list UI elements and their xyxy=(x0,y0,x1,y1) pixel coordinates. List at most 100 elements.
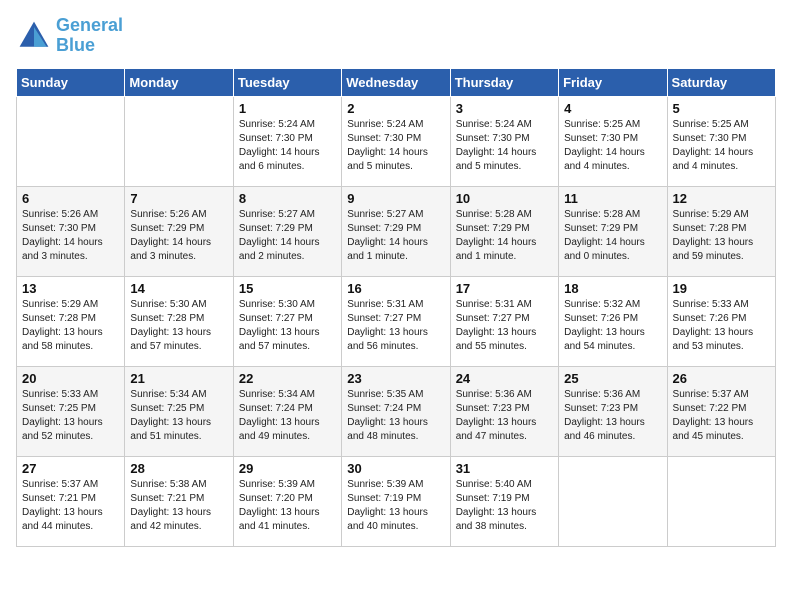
calendar-cell: 3 Sunrise: 5:24 AM Sunset: 7:30 PM Daylig… xyxy=(450,96,558,186)
day-number: 6 xyxy=(22,191,119,206)
day-number: 14 xyxy=(130,281,227,296)
day-info: Sunrise: 5:27 AM Sunset: 7:29 PM Dayligh… xyxy=(347,208,444,264)
day-info: Sunrise: 5:39 AM Sunset: 7:19 PM Dayligh… xyxy=(347,478,444,534)
day-number: 16 xyxy=(347,281,444,296)
calendar-table: SundayMondayTuesdayWednesdayThursdayFrid… xyxy=(16,68,776,547)
day-info: Sunrise: 5:27 AM Sunset: 7:29 PM Dayligh… xyxy=(239,208,336,264)
day-info: Sunrise: 5:26 AM Sunset: 7:29 PM Dayligh… xyxy=(130,208,227,264)
page-header: General Blue xyxy=(16,16,776,56)
calendar-cell: 24 Sunrise: 5:36 AM Sunset: 7:23 PM Dayli… xyxy=(450,366,558,456)
calendar-cell xyxy=(125,96,233,186)
day-number: 28 xyxy=(130,461,227,476)
calendar-cell: 25 Sunrise: 5:36 AM Sunset: 7:23 PM Dayli… xyxy=(559,366,667,456)
calendar-week-row: 27 Sunrise: 5:37 AM Sunset: 7:21 PM Dayli… xyxy=(17,456,776,546)
day-number: 15 xyxy=(239,281,336,296)
day-number: 20 xyxy=(22,371,119,386)
calendar-week-row: 1 Sunrise: 5:24 AM Sunset: 7:30 PM Daylig… xyxy=(17,96,776,186)
weekday-header-wednesday: Wednesday xyxy=(342,68,450,96)
day-number: 23 xyxy=(347,371,444,386)
day-number: 26 xyxy=(673,371,770,386)
calendar-cell xyxy=(17,96,125,186)
day-number: 1 xyxy=(239,101,336,116)
day-info: Sunrise: 5:36 AM Sunset: 7:23 PM Dayligh… xyxy=(456,388,553,444)
calendar-cell: 22 Sunrise: 5:34 AM Sunset: 7:24 PM Dayli… xyxy=(233,366,341,456)
day-info: Sunrise: 5:37 AM Sunset: 7:21 PM Dayligh… xyxy=(22,478,119,534)
weekday-header-tuesday: Tuesday xyxy=(233,68,341,96)
day-number: 2 xyxy=(347,101,444,116)
calendar-cell: 17 Sunrise: 5:31 AM Sunset: 7:27 PM Dayli… xyxy=(450,276,558,366)
day-info: Sunrise: 5:32 AM Sunset: 7:26 PM Dayligh… xyxy=(564,298,661,354)
calendar-cell: 29 Sunrise: 5:39 AM Sunset: 7:20 PM Dayli… xyxy=(233,456,341,546)
calendar-cell: 11Sunrise: 5:28 AM Sunset: 7:29 PM Dayli… xyxy=(559,186,667,276)
day-info: Sunrise: 5:24 AM Sunset: 7:30 PM Dayligh… xyxy=(347,118,444,174)
day-info: Sunrise: 5:24 AM Sunset: 7:30 PM Dayligh… xyxy=(456,118,553,174)
weekday-header-sunday: Sunday xyxy=(17,68,125,96)
calendar-cell: 9 Sunrise: 5:27 AM Sunset: 7:29 PM Daylig… xyxy=(342,186,450,276)
day-info: Sunrise: 5:35 AM Sunset: 7:24 PM Dayligh… xyxy=(347,388,444,444)
day-info: Sunrise: 5:33 AM Sunset: 7:26 PM Dayligh… xyxy=(673,298,770,354)
day-number: 24 xyxy=(456,371,553,386)
calendar-cell: 6 Sunrise: 5:26 AM Sunset: 7:30 PM Daylig… xyxy=(17,186,125,276)
day-info: Sunrise: 5:24 AM Sunset: 7:30 PM Dayligh… xyxy=(239,118,336,174)
day-info: Sunrise: 5:29 AM Sunset: 7:28 PM Dayligh… xyxy=(22,298,119,354)
calendar-cell: 21Sunrise: 5:34 AM Sunset: 7:25 PM Dayli… xyxy=(125,366,233,456)
calendar-cell: 14 Sunrise: 5:30 AM Sunset: 7:28 PM Dayli… xyxy=(125,276,233,366)
calendar-cell: 16 Sunrise: 5:31 AM Sunset: 7:27 PM Dayli… xyxy=(342,276,450,366)
calendar-week-row: 13Sunrise: 5:29 AM Sunset: 7:28 PM Dayli… xyxy=(17,276,776,366)
logo-icon xyxy=(16,18,52,54)
calendar-cell: 2 Sunrise: 5:24 AM Sunset: 7:30 PM Daylig… xyxy=(342,96,450,186)
calendar-cell xyxy=(559,456,667,546)
calendar-cell: 28Sunrise: 5:38 AM Sunset: 7:21 PM Dayli… xyxy=(125,456,233,546)
day-info: Sunrise: 5:25 AM Sunset: 7:30 PM Dayligh… xyxy=(673,118,770,174)
day-info: Sunrise: 5:40 AM Sunset: 7:19 PM Dayligh… xyxy=(456,478,553,534)
calendar-cell: 31Sunrise: 5:40 AM Sunset: 7:19 PM Dayli… xyxy=(450,456,558,546)
calendar-cell: 19 Sunrise: 5:33 AM Sunset: 7:26 PM Dayli… xyxy=(667,276,775,366)
day-info: Sunrise: 5:36 AM Sunset: 7:23 PM Dayligh… xyxy=(564,388,661,444)
calendar-cell: 5 Sunrise: 5:25 AM Sunset: 7:30 PM Daylig… xyxy=(667,96,775,186)
day-number: 27 xyxy=(22,461,119,476)
calendar-cell: 4 Sunrise: 5:25 AM Sunset: 7:30 PM Daylig… xyxy=(559,96,667,186)
weekday-header-thursday: Thursday xyxy=(450,68,558,96)
day-number: 25 xyxy=(564,371,661,386)
calendar-cell xyxy=(667,456,775,546)
day-number: 7 xyxy=(130,191,227,206)
logo: General Blue xyxy=(16,16,123,56)
day-number: 21 xyxy=(130,371,227,386)
day-number: 12 xyxy=(673,191,770,206)
calendar-cell: 10 Sunrise: 5:28 AM Sunset: 7:29 PM Dayli… xyxy=(450,186,558,276)
day-info: Sunrise: 5:31 AM Sunset: 7:27 PM Dayligh… xyxy=(456,298,553,354)
day-info: Sunrise: 5:37 AM Sunset: 7:22 PM Dayligh… xyxy=(673,388,770,444)
calendar-cell: 27 Sunrise: 5:37 AM Sunset: 7:21 PM Dayli… xyxy=(17,456,125,546)
day-info: Sunrise: 5:30 AM Sunset: 7:28 PM Dayligh… xyxy=(130,298,227,354)
calendar-cell: 15Sunrise: 5:30 AM Sunset: 7:27 PM Dayli… xyxy=(233,276,341,366)
weekday-header-friday: Friday xyxy=(559,68,667,96)
day-number: 9 xyxy=(347,191,444,206)
weekday-header-monday: Monday xyxy=(125,68,233,96)
day-number: 4 xyxy=(564,101,661,116)
day-info: Sunrise: 5:25 AM Sunset: 7:30 PM Dayligh… xyxy=(564,118,661,174)
day-info: Sunrise: 5:26 AM Sunset: 7:30 PM Dayligh… xyxy=(22,208,119,264)
day-number: 19 xyxy=(673,281,770,296)
calendar-cell: 20Sunrise: 5:33 AM Sunset: 7:25 PM Dayli… xyxy=(17,366,125,456)
calendar-cell: 8 Sunrise: 5:27 AM Sunset: 7:29 PM Daylig… xyxy=(233,186,341,276)
day-number: 29 xyxy=(239,461,336,476)
day-info: Sunrise: 5:31 AM Sunset: 7:27 PM Dayligh… xyxy=(347,298,444,354)
calendar-cell: 13Sunrise: 5:29 AM Sunset: 7:28 PM Dayli… xyxy=(17,276,125,366)
day-number: 5 xyxy=(673,101,770,116)
calendar-cell: 12Sunrise: 5:29 AM Sunset: 7:28 PM Dayli… xyxy=(667,186,775,276)
day-number: 10 xyxy=(456,191,553,206)
day-info: Sunrise: 5:39 AM Sunset: 7:20 PM Dayligh… xyxy=(239,478,336,534)
weekday-header-saturday: Saturday xyxy=(667,68,775,96)
day-number: 11 xyxy=(564,191,661,206)
calendar-cell: 26 Sunrise: 5:37 AM Sunset: 7:22 PM Dayli… xyxy=(667,366,775,456)
day-number: 22 xyxy=(239,371,336,386)
day-info: Sunrise: 5:34 AM Sunset: 7:24 PM Dayligh… xyxy=(239,388,336,444)
calendar-week-row: 20Sunrise: 5:33 AM Sunset: 7:25 PM Dayli… xyxy=(17,366,776,456)
day-number: 17 xyxy=(456,281,553,296)
day-number: 18 xyxy=(564,281,661,296)
day-info: Sunrise: 5:28 AM Sunset: 7:29 PM Dayligh… xyxy=(456,208,553,264)
day-number: 3 xyxy=(456,101,553,116)
day-number: 8 xyxy=(239,191,336,206)
calendar-week-row: 6 Sunrise: 5:26 AM Sunset: 7:30 PM Daylig… xyxy=(17,186,776,276)
weekday-header-row: SundayMondayTuesdayWednesdayThursdayFrid… xyxy=(17,68,776,96)
